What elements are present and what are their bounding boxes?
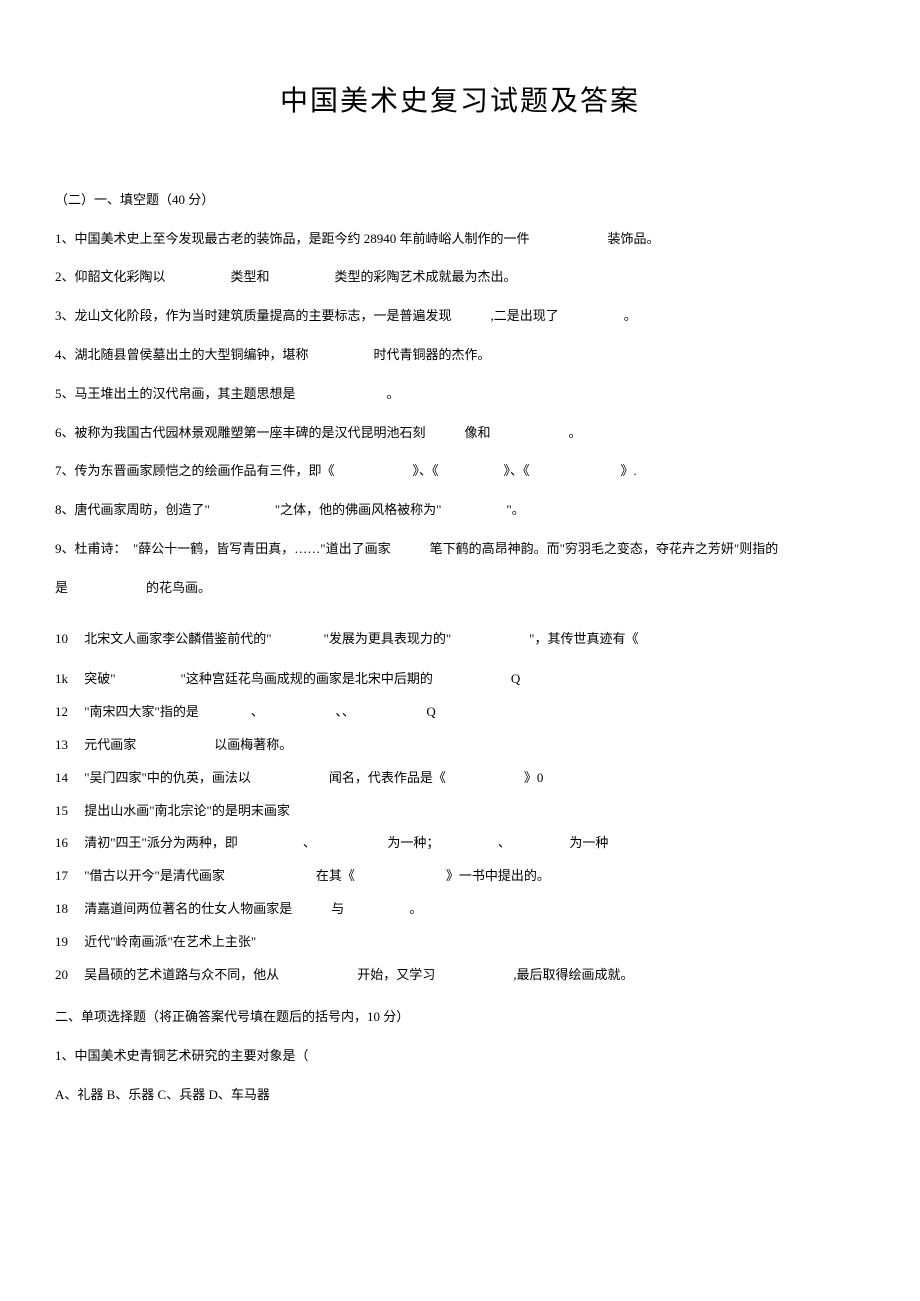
question-17: 17 "借古以开今"是清代画家 在其《 》一书中提出的。	[55, 866, 865, 887]
question-4: 4、湖北随县曾侯墓出土的大型铜编钟，堪称 时代青铜器的杰作。	[55, 345, 865, 366]
question-11-num: 1k	[55, 669, 81, 690]
question-19-num: 19	[55, 932, 81, 953]
question-9a: 9、杜甫诗： "薛公十一鹤，皆写青田真，……"道出了画家 笔下鹤的高昂神韵。而"…	[55, 539, 865, 560]
question-16-num: 16	[55, 833, 81, 854]
question-11: 1k 突破" "这种宫廷花鸟画成规的画家是北宋中后期的 Q	[55, 669, 865, 690]
question-5: 5、马王堆出土的汉代帛画，其主题思想是 。	[55, 384, 865, 405]
question-10-num: 10	[55, 629, 81, 650]
question-12-text: "南宋四大家"指的是 、 、、 Q	[84, 702, 864, 723]
question-8: 8、唐代画家周昉，创造了" "之体，他的佛画风格被称为" "。	[55, 500, 865, 521]
question-1: 1、中国美术史上至今发现最古老的装饰品，是距今约 28940 年前峙峪人制作的一…	[55, 229, 865, 250]
question-15-num: 15	[55, 801, 81, 822]
section2-q1: 1、中国美术史青铜艺术研究的主要对象是（	[55, 1046, 865, 1067]
question-15-text: 提出山水画"南北宗论"的是明末画家	[84, 801, 864, 822]
question-19-text: 近代"岭南画派"在艺术上主张"	[84, 932, 864, 953]
question-11-text: 突破" "这种宫廷花鸟画成规的画家是北宋中后期的 Q	[84, 669, 864, 690]
question-10: 10 北宋文人画家李公麟借鉴前代的" "发展为更具表现力的" "，其传世真迹有《	[55, 629, 865, 650]
section2-header: 二、单项选择题（将正确答案代号填在题后的括号内，10 分）	[55, 1007, 865, 1028]
question-20-text: 吴昌硕的艺术道路与众不同，他从 开始，又学习 ,最后取得绘画成就。	[84, 965, 864, 986]
question-7: 7、传为东晋画家顾恺之的绘画作品有三件，即《 》、《 》、《 》.	[55, 461, 865, 482]
question-6: 6、被称为我国古代园林景观雕塑第一座丰碑的是汉代昆明池石刻 像和 。	[55, 423, 865, 444]
question-12: 12 "南宋四大家"指的是 、 、、 Q	[55, 702, 865, 723]
question-16: 16 清初"四王"派分为两种，即 、 为一种； 、 为一种	[55, 833, 865, 854]
question-3: 3、龙山文化阶段，作为当时建筑质量提高的主要标志，一是普遍发现 ,二是出现了 。	[55, 306, 865, 327]
question-14-num: 14	[55, 768, 81, 789]
section2-q1-options: A、礼器 B、乐器 C、兵器 D、车马器	[55, 1085, 865, 1106]
question-13-text: 元代画家 以画梅著称。	[84, 735, 864, 756]
question-14-text: "吴门四家"中的仇英，画法以 闻名，代表作品是《 》0	[84, 768, 864, 789]
question-10-text: 北宋文人画家李公麟借鉴前代的" "发展为更具表现力的" "，其传世真迹有《	[84, 629, 864, 650]
question-14: 14 "吴门四家"中的仇英，画法以 闻名，代表作品是《 》0	[55, 768, 865, 789]
question-20: 20 吴昌硕的艺术道路与众不同，他从 开始，又学习 ,最后取得绘画成就。	[55, 965, 865, 986]
question-13-num: 13	[55, 735, 81, 756]
question-18-num: 18	[55, 899, 81, 920]
question-20-num: 20	[55, 965, 81, 986]
page-title: 中国美术史复习试题及答案	[55, 80, 865, 125]
question-15: 15 提出山水画"南北宗论"的是明末画家	[55, 801, 865, 822]
question-2: 2、仰韶文化彩陶以 类型和 类型的彩陶艺术成就最为杰出。	[55, 267, 865, 288]
question-17-text: "借古以开今"是清代画家 在其《 》一书中提出的。	[84, 866, 864, 887]
question-18-text: 清嘉道间两位著名的仕女人物画家是 与 。	[84, 899, 864, 920]
question-9b: 是 的花鸟画。	[55, 578, 865, 599]
question-13: 13 元代画家 以画梅著称。	[55, 735, 865, 756]
section1-header: （二）一、填空题（40 分）	[55, 190, 865, 211]
question-12-num: 12	[55, 702, 81, 723]
question-19: 19 近代"岭南画派"在艺术上主张"	[55, 932, 865, 953]
question-18: 18 清嘉道间两位著名的仕女人物画家是 与 。	[55, 899, 865, 920]
question-16-text: 清初"四王"派分为两种，即 、 为一种； 、 为一种	[84, 833, 864, 854]
question-17-num: 17	[55, 866, 81, 887]
